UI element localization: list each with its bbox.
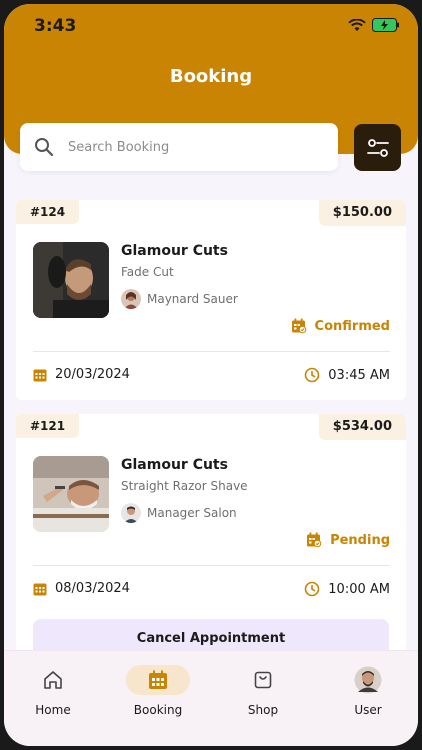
calendar-check-icon xyxy=(307,532,322,548)
booking-id: #124 xyxy=(16,200,80,224)
filter-icon xyxy=(366,138,389,157)
date-text: 20/03/2024 xyxy=(55,367,130,382)
status-text: Confirmed xyxy=(314,318,390,334)
tab-label: User xyxy=(354,703,382,717)
salon-thumbnail xyxy=(33,242,109,318)
time-text: 03:45 AM xyxy=(328,367,390,383)
booking-price: $534.00 xyxy=(318,414,406,440)
divider xyxy=(33,565,390,566)
clock-icon xyxy=(304,581,320,597)
staff-name: Manager Salon xyxy=(147,506,237,520)
booking-price: $150.00 xyxy=(318,200,406,226)
avatar xyxy=(121,289,141,309)
staff-info: Maynard Sauer xyxy=(121,289,238,309)
tab-label: Home xyxy=(35,703,71,717)
status-icons xyxy=(348,18,400,32)
salon-thumbnail xyxy=(33,456,109,532)
wifi-icon xyxy=(348,18,366,31)
status-time: 3:43 xyxy=(34,16,77,36)
time-text: 10:00 AM xyxy=(328,581,390,597)
salon-name: Glamour Cuts xyxy=(121,243,228,259)
staff-name: Maynard Sauer xyxy=(147,292,238,306)
booking-id: #121 xyxy=(16,414,80,438)
booking-time: 10:00 AM xyxy=(304,581,390,597)
divider xyxy=(33,351,390,352)
calendar-check-icon xyxy=(291,318,306,334)
tab-home[interactable]: Home xyxy=(13,665,93,717)
phone-screen: 3:43 Booking Search Booking #124 $150.00… xyxy=(4,4,418,746)
salon-name: Glamour Cuts xyxy=(121,457,228,473)
bottom-nav: Home Booking Shop User xyxy=(4,650,418,746)
status-badge: Pending xyxy=(306,532,390,548)
avatar xyxy=(354,666,382,694)
calendar-icon xyxy=(149,670,167,689)
status-text: Pending xyxy=(330,532,390,548)
clock-icon xyxy=(304,367,320,383)
date-text: 08/03/2024 xyxy=(55,581,130,596)
page-title: Booking xyxy=(169,66,253,87)
home-icon xyxy=(44,671,62,689)
booking-date: 20/03/2024 xyxy=(33,367,130,382)
search-input[interactable]: Search Booking xyxy=(20,123,338,171)
battery-icon xyxy=(372,18,399,32)
search-placeholder: Search Booking xyxy=(68,139,170,155)
booking-time: 03:45 AM xyxy=(304,367,390,383)
search-icon xyxy=(35,138,54,157)
calendar-icon xyxy=(33,369,47,381)
service-name: Straight Razor Shave xyxy=(121,479,248,493)
booking-date: 08/03/2024 xyxy=(33,581,130,596)
booking-card[interactable]: #121 $534.00 Glamour Cuts Straight Razor… xyxy=(16,414,406,659)
tab-label: Booking xyxy=(133,703,183,717)
bag-icon xyxy=(254,671,272,689)
filter-button[interactable] xyxy=(354,124,401,171)
staff-info: Manager Salon xyxy=(121,503,237,523)
tab-label: Shop xyxy=(247,703,279,717)
booking-card[interactable]: #124 $150.00 Glamour Cuts Fade Cut Mayna… xyxy=(16,200,406,400)
avatar xyxy=(121,503,141,523)
tab-shop[interactable]: Shop xyxy=(223,665,303,717)
tab-user[interactable]: User xyxy=(328,665,408,717)
calendar-icon xyxy=(33,583,47,595)
tab-booking[interactable]: Booking xyxy=(118,665,198,717)
service-name: Fade Cut xyxy=(121,265,174,279)
status-badge: Confirmed xyxy=(291,318,390,334)
